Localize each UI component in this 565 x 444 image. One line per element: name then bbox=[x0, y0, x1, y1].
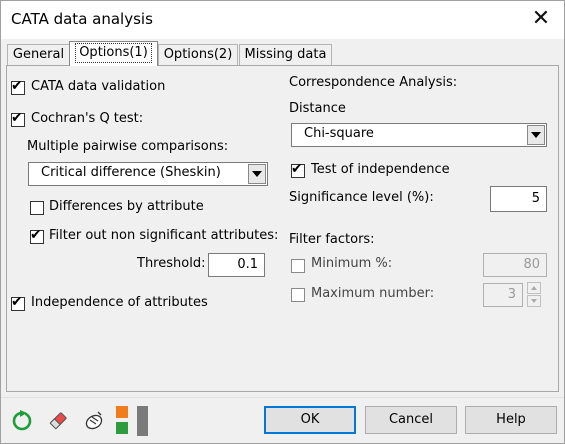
checkmark-icon: ✔ bbox=[11, 294, 23, 310]
threshold-label: Threshold: bbox=[137, 256, 206, 271]
cochran-label: Cochran's Q test: bbox=[31, 111, 144, 126]
cata-validation-label: CATA data validation bbox=[31, 79, 166, 94]
diff-by-attr-label: Differences by attribute bbox=[49, 199, 204, 214]
maximum-checkbox[interactable] bbox=[291, 288, 305, 302]
title-bar: CATA data analysis ✕ bbox=[1, 1, 564, 39]
pairwise-label: Multiple pairwise comparisons: bbox=[27, 139, 229, 154]
checkmark-icon: ✔ bbox=[30, 227, 42, 243]
maximum-stepper[interactable] bbox=[527, 282, 541, 308]
maximum-input[interactable]: 3 bbox=[483, 283, 523, 307]
distance-label: Distance bbox=[289, 101, 346, 116]
tab-options-2-label: Options(2) bbox=[163, 47, 233, 62]
distance-select-value: Chi-square bbox=[304, 126, 374, 141]
tab-options-1-label: Options(1) bbox=[75, 43, 152, 63]
help-button[interactable]: Help bbox=[465, 406, 557, 434]
tab-missing-data-label: Missing data bbox=[244, 47, 327, 62]
stepper-down-icon[interactable] bbox=[527, 295, 541, 307]
pairwise-select[interactable]: Critical difference (Sheskin) bbox=[28, 162, 268, 186]
cancel-button[interactable]: Cancel bbox=[365, 406, 457, 434]
checkmark-icon: ✔ bbox=[291, 161, 303, 177]
ca-title: Correspondence Analysis: bbox=[289, 75, 458, 90]
minimum-label: Minimum %: bbox=[311, 256, 393, 271]
sig-label: Significance level (%): bbox=[289, 190, 434, 205]
chevron-down-icon[interactable] bbox=[527, 125, 545, 145]
filter-factors-label: Filter factors: bbox=[289, 232, 375, 247]
bottom-separator bbox=[1, 397, 564, 398]
eraser-icon[interactable] bbox=[45, 406, 71, 434]
minimum-checkbox[interactable] bbox=[291, 259, 305, 273]
filter-non-sig-checkbox[interactable]: ✔ bbox=[30, 227, 44, 244]
tab-general-label: General bbox=[12, 47, 65, 62]
checkmark-icon: ✔ bbox=[11, 110, 23, 126]
cochran-checkbox[interactable]: ✔ bbox=[11, 110, 25, 127]
collapse-icon[interactable] bbox=[136, 406, 150, 436]
tab-general[interactable]: General bbox=[7, 44, 70, 65]
distance-select[interactable]: Chi-square bbox=[291, 123, 547, 147]
test-indep-label: Test of independence bbox=[311, 162, 450, 177]
cata-validation-checkbox[interactable]: ✔ bbox=[11, 78, 25, 95]
independence-checkbox[interactable]: ✔ bbox=[11, 294, 25, 311]
test-indep-checkbox[interactable]: ✔ bbox=[291, 161, 305, 178]
threshold-input[interactable]: 0.1 bbox=[208, 253, 265, 277]
diff-by-attr-checkbox[interactable] bbox=[30, 201, 44, 215]
pairwise-select-value: Critical difference (Sheskin) bbox=[41, 165, 221, 180]
ok-button[interactable]: OK bbox=[264, 406, 356, 434]
minimum-input[interactable]: 80 bbox=[483, 253, 547, 277]
chevron-down-icon[interactable] bbox=[248, 164, 266, 184]
checkmark-icon: ✔ bbox=[11, 78, 23, 94]
options-toggle-icon[interactable] bbox=[114, 406, 128, 434]
stepper-up-icon[interactable] bbox=[527, 282, 541, 294]
reset-icon[interactable] bbox=[9, 406, 35, 434]
close-icon[interactable]: ✕ bbox=[518, 1, 564, 39]
filter-non-sig-label: Filter out non significant attributes: bbox=[49, 228, 279, 243]
dialog-window: CATA data analysis ✕ General Options(1) … bbox=[0, 0, 565, 444]
maximum-label: Maximum number: bbox=[311, 286, 435, 301]
window-title: CATA data analysis bbox=[11, 10, 153, 28]
tab-options-2[interactable]: Options(2) bbox=[158, 44, 238, 65]
sig-input[interactable]: 5 bbox=[490, 186, 547, 212]
independence-label: Independence of attributes bbox=[31, 295, 208, 310]
tab-missing-data[interactable]: Missing data bbox=[239, 44, 332, 65]
load-icon[interactable] bbox=[81, 406, 107, 434]
tab-options-1[interactable]: Options(1) bbox=[69, 41, 158, 66]
